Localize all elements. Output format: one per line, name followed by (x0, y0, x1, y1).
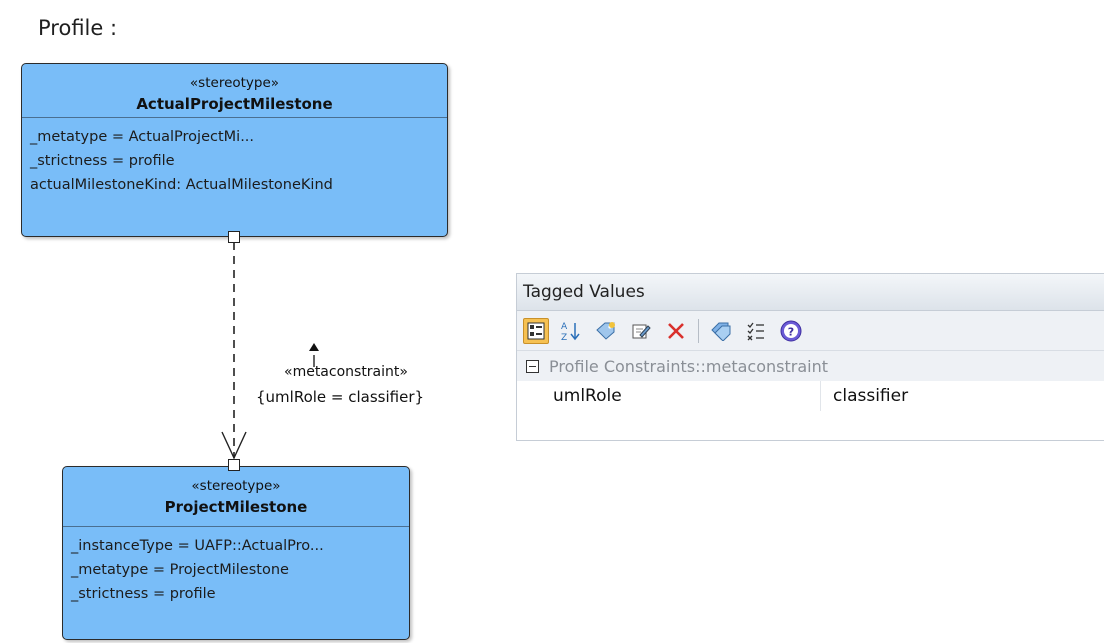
checklist-icon[interactable] (743, 318, 769, 344)
svg-text:Z: Z (561, 333, 567, 342)
label-anchor-arrow-icon (309, 343, 319, 351)
delete-icon[interactable] (663, 318, 689, 344)
property-value[interactable]: classifier (821, 386, 908, 406)
property-name: umlRole (517, 381, 821, 411)
panel-toolbar: AZ ? (517, 311, 1104, 351)
sort-az-icon[interactable]: AZ (558, 318, 584, 344)
target-port[interactable] (228, 459, 240, 471)
collapse-icon[interactable] (526, 359, 539, 373)
property-group-row[interactable]: Profile Constraints::metaconstraint (517, 351, 1104, 381)
tagged-values-panel: Tagged Values AZ ? Profile Constraints::… (516, 273, 1104, 441)
toolbar-separator (698, 318, 699, 343)
tag-icon[interactable] (708, 318, 734, 344)
group-label: Profile Constraints::metaconstraint (549, 356, 828, 376)
property-row[interactable]: umlRole classifier (517, 381, 1104, 411)
connector-constraint-label: {umlRole = classifier} (256, 388, 425, 406)
svg-text:?: ? (788, 325, 794, 338)
svg-text:A: A (561, 322, 568, 332)
source-port[interactable] (228, 231, 240, 243)
new-tag-icon[interactable] (593, 318, 619, 344)
help-icon[interactable]: ? (778, 318, 804, 344)
connector-stereotype-label: «metaconstraint» (284, 364, 408, 380)
panel-title: Tagged Values (517, 274, 1104, 311)
edit-icon[interactable] (628, 318, 654, 344)
categorized-icon[interactable] (523, 317, 549, 344)
